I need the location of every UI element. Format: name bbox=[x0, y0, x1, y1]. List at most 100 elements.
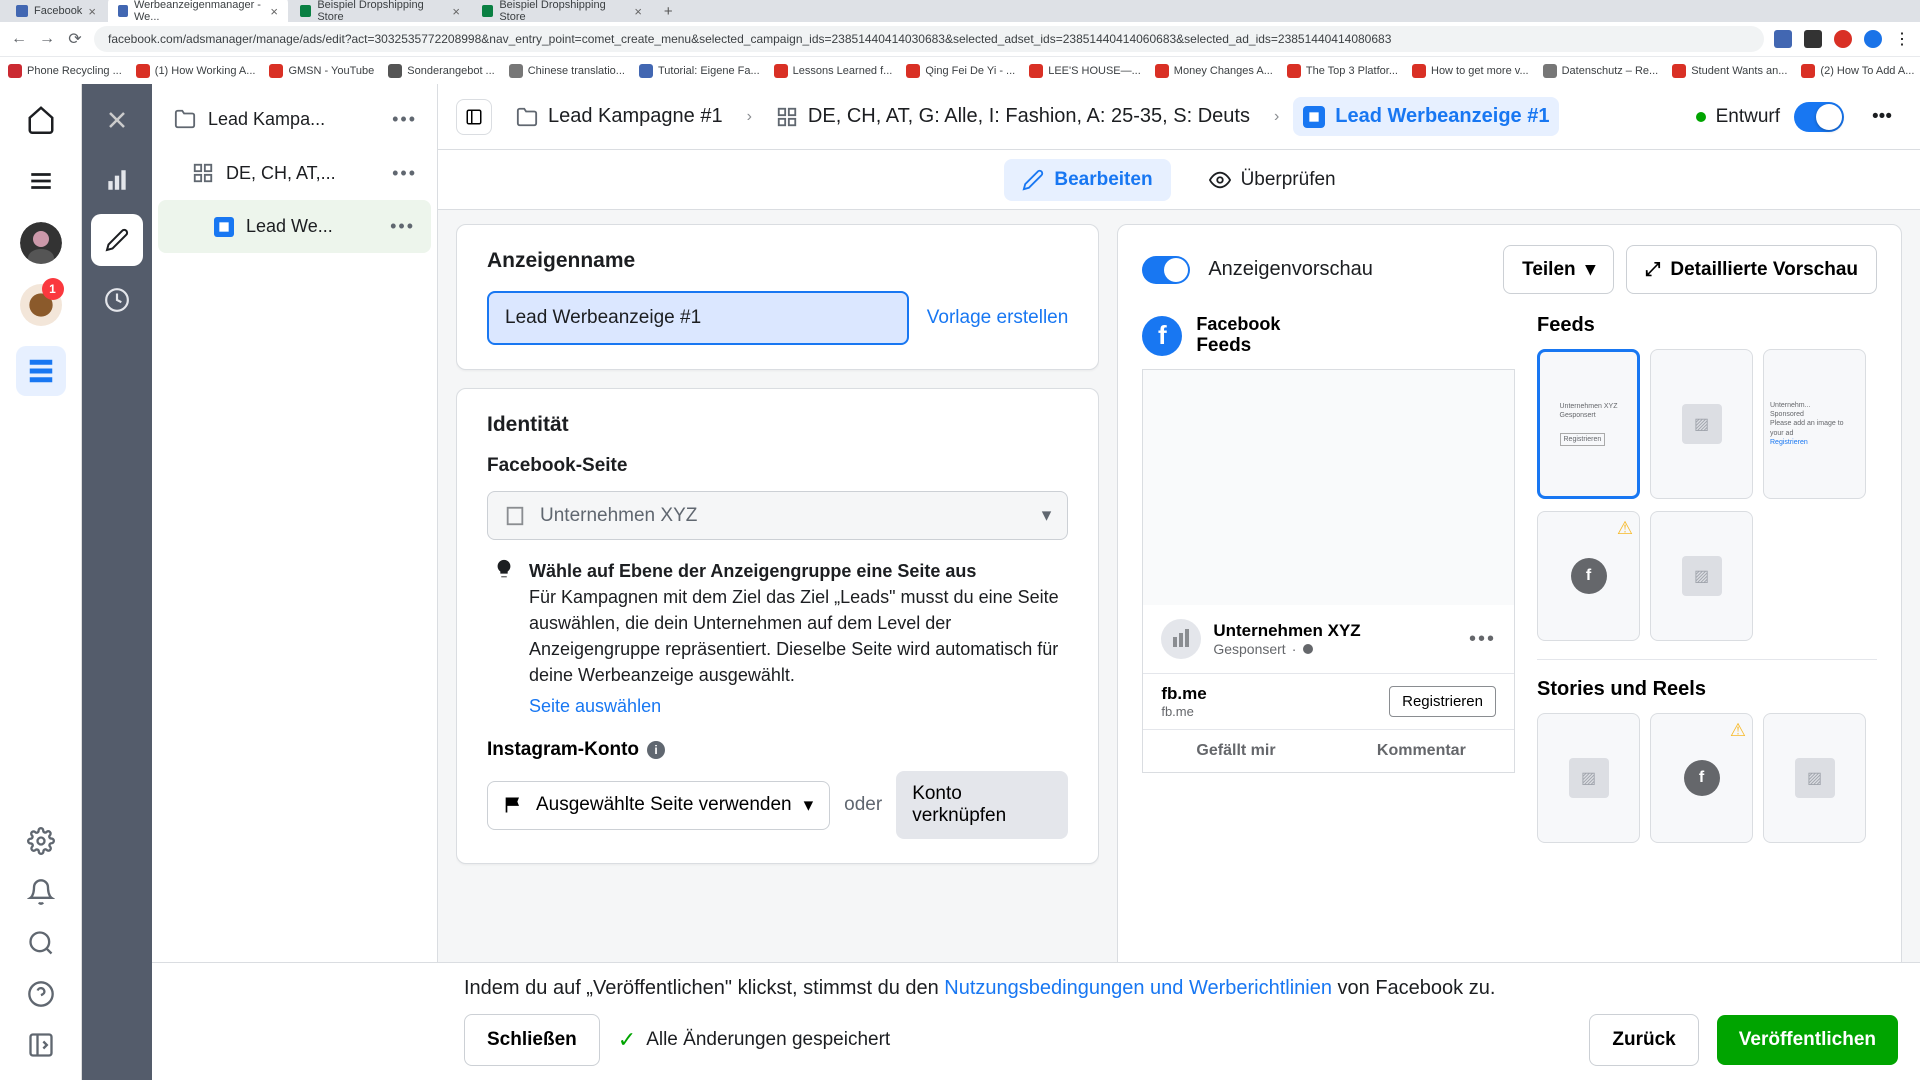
menu-icon[interactable] bbox=[20, 160, 62, 202]
connect-account-button[interactable]: Konto verknüpfen bbox=[896, 771, 1068, 839]
chart-icon[interactable] bbox=[91, 154, 143, 206]
preview-toggle[interactable] bbox=[1142, 256, 1190, 284]
nav-back-icon[interactable]: ← bbox=[10, 30, 28, 48]
placement-thumb[interactable]: ▨ bbox=[1650, 511, 1753, 641]
comment-button[interactable]: Kommentar bbox=[1329, 730, 1514, 772]
new-tab-button[interactable]: + bbox=[654, 3, 683, 20]
bookmark-item[interactable]: Datenschutz – Re... bbox=[1543, 64, 1659, 78]
close-button[interactable]: Schließen bbox=[464, 1014, 600, 1066]
url-input[interactable]: facebook.com/adsmanager/manage/ads/edit?… bbox=[94, 26, 1764, 52]
globe-icon bbox=[1302, 643, 1314, 655]
left-rail: 1 bbox=[0, 84, 82, 1080]
close-editor-icon[interactable] bbox=[91, 94, 143, 146]
history-icon[interactable] bbox=[91, 274, 143, 326]
preview-main: f Facebook Feeds Unternehmen X bbox=[1142, 314, 1515, 855]
home-icon[interactable] bbox=[20, 98, 62, 140]
placement-thumb[interactable]: ▨ bbox=[1650, 349, 1753, 499]
avatar-icon[interactable] bbox=[1864, 30, 1882, 48]
cta-button[interactable]: Registrieren bbox=[1389, 686, 1496, 717]
expand-icon: ⤢ bbox=[1645, 259, 1660, 281]
tree-campaign[interactable]: Lead Kampa... ••• bbox=[156, 92, 433, 146]
tree-ad-active[interactable]: Lead We... ••• bbox=[158, 200, 431, 253]
extension-icon[interactable] bbox=[1834, 30, 1852, 48]
search-icon[interactable] bbox=[27, 929, 55, 962]
like-button[interactable]: Gefällt mir bbox=[1143, 730, 1328, 772]
bookmark-item[interactable]: (1) How Working A... bbox=[136, 64, 256, 78]
tree-menu-icon[interactable]: ••• bbox=[392, 109, 417, 130]
warning-icon: ⚠ bbox=[1730, 720, 1746, 741]
or-label: oder bbox=[844, 794, 882, 816]
ads-manager-icon[interactable] bbox=[16, 346, 66, 396]
bookmark-item[interactable]: Sonderangebot ... bbox=[388, 64, 494, 78]
tab-bar: Facebook× Werbeanzeigenmanager - We...× … bbox=[0, 0, 1920, 22]
collapse-panel-icon[interactable] bbox=[456, 99, 492, 135]
header-menu-icon[interactable]: ••• bbox=[1862, 97, 1902, 137]
breadcrumb-campaign[interactable]: Lead Kampagne #1 bbox=[506, 97, 733, 136]
placement-thumb-selected[interactable]: Unternehmen XYZGesponsertRegistrieren bbox=[1537, 349, 1640, 499]
placement-thumb[interactable]: ▨ bbox=[1537, 713, 1640, 843]
ad-toggle[interactable] bbox=[1794, 102, 1844, 132]
extension-icon[interactable] bbox=[1774, 30, 1792, 48]
info-icon[interactable]: i bbox=[647, 741, 665, 759]
feed-preview-card: Unternehmen XYZ Gesponsert · ••• fb.me f… bbox=[1142, 369, 1515, 773]
placement-thumb[interactable]: ⚠f bbox=[1650, 713, 1753, 843]
select-page-link[interactable]: Seite auswählen bbox=[529, 696, 1062, 717]
bookmark-bar: Phone Recycling ... (1) How Working A...… bbox=[0, 56, 1920, 84]
browser-tab[interactable]: Facebook× bbox=[6, 1, 106, 22]
extension-icon[interactable] bbox=[1804, 30, 1822, 48]
form-column: Anzeigenname Vorlage erstellen Identität… bbox=[456, 224, 1099, 1066]
terms-link[interactable]: Nutzungsbedingungen und Werberichtlinien bbox=[944, 977, 1332, 999]
bookmark-item[interactable]: Phone Recycling ... bbox=[8, 64, 122, 78]
adname-input[interactable] bbox=[487, 291, 909, 345]
bookmark-item[interactable]: (2) How To Add A... bbox=[1801, 64, 1914, 78]
placement-thumb[interactable]: Unternehm...SponsoredPlease add an image… bbox=[1763, 349, 1866, 499]
bookmark-item[interactable]: Qing Fei De Yi - ... bbox=[906, 64, 1015, 78]
tree-menu-icon[interactable]: ••• bbox=[392, 163, 417, 184]
nav-fwd-icon[interactable]: → bbox=[38, 30, 56, 48]
facebook-logo-icon: f bbox=[1142, 316, 1182, 356]
bookmark-item[interactable]: Lessons Learned f... bbox=[774, 64, 893, 78]
feed-media-placeholder bbox=[1143, 370, 1514, 605]
tree-menu-icon[interactable]: ••• bbox=[390, 216, 415, 237]
help-icon[interactable] bbox=[27, 980, 55, 1013]
collapse-icon[interactable] bbox=[27, 1031, 55, 1064]
create-template-link[interactable]: Vorlage erstellen bbox=[927, 307, 1069, 329]
breadcrumb-header: Lead Kampagne #1 › DE, CH, AT, G: Alle, … bbox=[438, 84, 1920, 150]
bookmark-item[interactable]: Money Changes A... bbox=[1155, 64, 1273, 78]
avatar-icon[interactable] bbox=[20, 222, 62, 264]
edit-icon[interactable] bbox=[91, 214, 143, 266]
back-button[interactable]: Zurück bbox=[1589, 1014, 1698, 1066]
share-button[interactable]: Teilen▾ bbox=[1503, 245, 1614, 294]
bookmark-item[interactable]: How to get more v... bbox=[1412, 64, 1529, 78]
tree-adset[interactable]: DE, CH, AT,... ••• bbox=[156, 146, 433, 200]
tab-review[interactable]: Überprüfen bbox=[1191, 159, 1354, 201]
subtabs: Bearbeiten Überprüfen bbox=[438, 150, 1920, 210]
nav-reload-icon[interactable]: ⟳ bbox=[66, 29, 84, 49]
placement-thumb[interactable]: ▨ bbox=[1763, 713, 1866, 843]
pixel-icon[interactable]: 1 bbox=[20, 284, 62, 326]
adset-icon bbox=[192, 162, 214, 184]
settings-icon[interactable] bbox=[27, 827, 55, 860]
bookmark-item[interactable]: The Top 3 Platfor... bbox=[1287, 64, 1398, 78]
browser-menu-icon[interactable]: ⋮ bbox=[1894, 29, 1910, 49]
feed-menu-icon[interactable]: ••• bbox=[1469, 628, 1496, 651]
ad-icon bbox=[214, 217, 234, 237]
bookmark-item[interactable]: Student Wants an... bbox=[1672, 64, 1787, 78]
bookmark-item[interactable]: GMSN - YouTube bbox=[269, 64, 374, 78]
tab-edit[interactable]: Bearbeiten bbox=[1004, 159, 1170, 201]
bookmark-item[interactable]: Chinese translatio... bbox=[509, 64, 625, 78]
consent-text: Indem du auf „Veröffentlichen" klickst, … bbox=[174, 977, 1898, 1000]
instagram-select[interactable]: Ausgewählte Seite verwenden ▾ bbox=[487, 781, 830, 830]
bookmark-item[interactable]: Tutorial: Eigene Fa... bbox=[639, 64, 760, 78]
content-area: Anzeigenname Vorlage erstellen Identität… bbox=[438, 210, 1920, 1080]
chevron-down-icon: ▾ bbox=[1042, 504, 1052, 527]
detailed-preview-button[interactable]: ⤢Detaillierte Vorschau bbox=[1626, 245, 1877, 294]
bookmark-item[interactable]: LEE'S HOUSE—... bbox=[1029, 64, 1141, 78]
page-select[interactable]: Unternehmen XYZ ▾ bbox=[487, 491, 1068, 540]
notifications-icon[interactable] bbox=[27, 878, 55, 911]
breadcrumb-adset[interactable]: DE, CH, AT, G: Alle, I: Fashion, A: 25-3… bbox=[766, 97, 1260, 136]
placement-thumb[interactable]: ⚠f bbox=[1537, 511, 1640, 641]
chevron-down-icon: ▾ bbox=[804, 794, 814, 817]
publish-button[interactable]: Veröffentlichen bbox=[1717, 1015, 1898, 1065]
breadcrumb-ad-active[interactable]: Lead Werbeanzeige #1 bbox=[1293, 97, 1559, 136]
